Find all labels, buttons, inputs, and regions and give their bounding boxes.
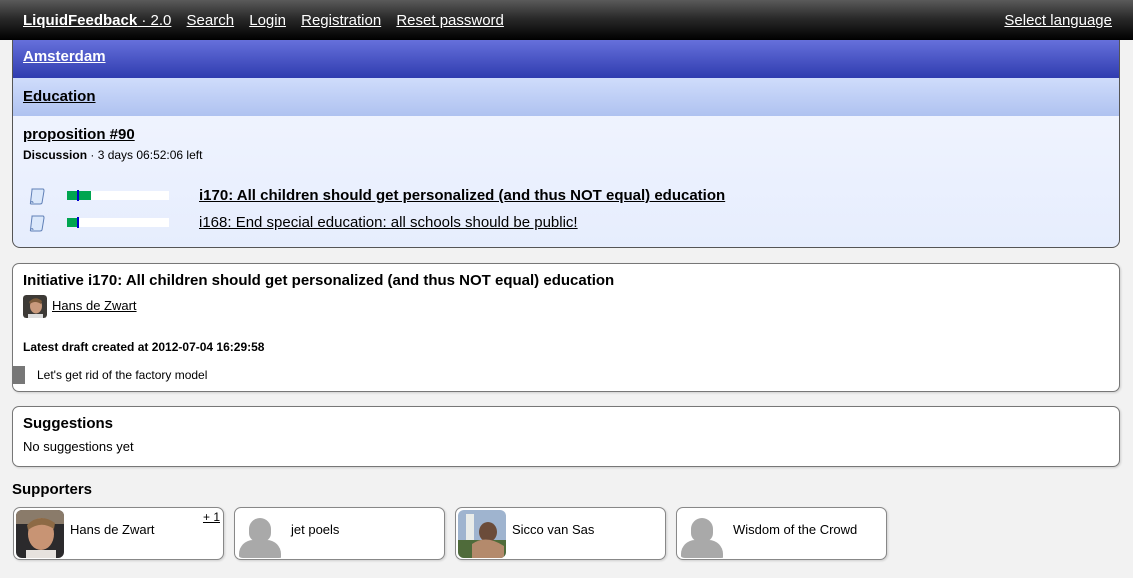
supporter-name: Wisdom of the Crowd [733,522,858,537]
author-avatar [23,295,47,318]
support-bar [67,217,169,228]
draft-text: Let's get rid of the factory model [37,368,208,382]
supporters-title: Supporters [12,481,93,498]
nav-registration-link[interactable]: Registration [301,12,381,29]
draft-content: Let's get rid of the factory model [13,366,613,384]
area-link[interactable]: Education [23,88,96,105]
issue-panel: Amsterdam Education proposition #90 Disc… [12,40,1120,248]
version-label: · 2.0 [137,12,172,29]
scroll-icon [29,188,45,205]
nav-reset-password-link[interactable]: Reset password [396,12,504,29]
draft-quote-marker [13,366,25,384]
unit-header: Amsterdam [13,40,1119,78]
support-bar-fill [67,191,92,200]
issue-title: proposition #90 [23,126,135,143]
default-avatar-icon [237,510,285,558]
draft-created-label: Latest draft created at 2012-07-04 16:29… [23,340,265,354]
nav-login-link[interactable]: Login [249,12,286,29]
supporter-card[interactable]: Sicco van Sas [455,507,666,560]
supporter-card[interactable]: jet poels [234,507,445,560]
default-avatar-icon [679,510,727,558]
quorum-marker [77,190,80,201]
nav-search-link[interactable]: Search [187,12,235,29]
suggestions-empty-text: No suggestions yet [23,439,134,454]
issue-time-left: · 3 days 06:52:06 left [87,148,203,162]
suggestions-title: Suggestions [23,415,114,432]
supporter-name: Sicco van Sas [512,522,595,537]
top-nav-right: Select language [1004,12,1112,29]
unit-link[interactable]: Amsterdam [23,48,106,65]
issue-link[interactable]: proposition #90 [23,126,135,143]
initiative-row: i168: End special education: all schools… [13,213,1113,235]
area-header: Education [13,78,1119,116]
scroll-icon [29,215,45,232]
author-link[interactable]: Hans de Zwart [52,298,137,313]
top-navigation-bar: LiquidFeedback · 2.0 Search Login Regist… [0,0,1133,40]
supporter-name: Hans de Zwart [70,522,155,537]
issue-phase: Discussion [23,148,88,162]
support-bar [67,190,169,201]
top-nav-left: LiquidFeedback · 2.0 Search Login Regist… [23,12,515,29]
supporter-card[interactable]: Wisdom of the Crowd [676,507,887,560]
supporter-name: jet poels [291,522,340,537]
initiative-panel: Initiative i170: All children should get… [12,263,1120,392]
supporter-avatar [458,510,506,558]
supporter-card[interactable]: Hans de Zwart + 1 [13,507,224,560]
issue-state: Discussion · 3 days 06:52:06 left [23,148,202,162]
supporter-avatar [16,510,64,558]
brand-name: LiquidFeedback [23,12,138,29]
suggestions-panel: Suggestions No suggestions yet [12,406,1120,467]
select-language-link[interactable]: Select language [1004,12,1112,29]
initiative-title: Initiative i170: All children should get… [23,272,615,289]
quorum-marker [77,217,80,228]
home-link[interactable]: LiquidFeedback · 2.0 [23,12,171,29]
initiative-link[interactable]: i168: End special education: all schools… [199,214,578,231]
initiative-link[interactable]: i170: All children should get personaliz… [199,187,725,204]
initiative-row: i170: All children should get personaliz… [13,186,1113,208]
support-bar-fill [67,218,78,227]
supporter-delegation-count[interactable]: + 1 [203,510,220,524]
